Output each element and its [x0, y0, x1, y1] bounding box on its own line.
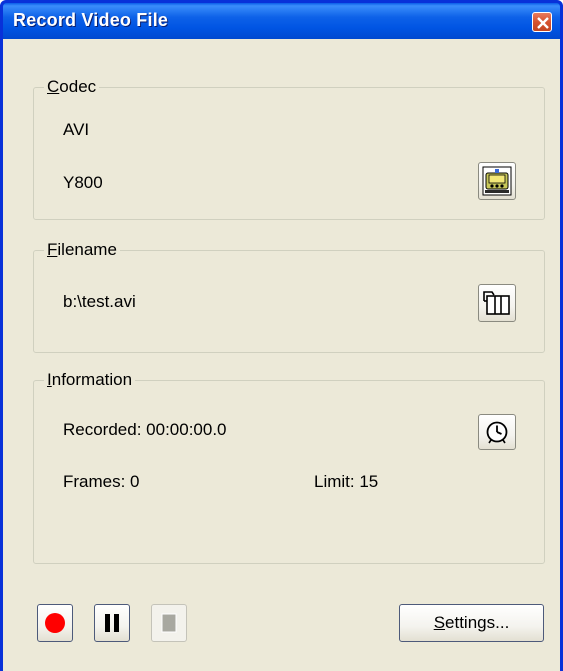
codec-container-label: AVI — [63, 120, 90, 139]
frames-count-label: Frames: 0 — [63, 472, 140, 491]
dialog-client-area: Codec AVI Y800 Filename b:\test.avi Info… — [3, 39, 560, 671]
information-group: Information Recorded: 00:00:00.0 Frames:… — [33, 370, 545, 564]
browse-file-button[interactable] — [478, 284, 516, 322]
clock-icon — [486, 421, 508, 444]
stop-button[interactable] — [151, 604, 187, 642]
stop-icon — [161, 613, 177, 633]
record-button[interactable] — [37, 604, 73, 642]
time-limit-button[interactable] — [478, 414, 516, 450]
close-button[interactable] — [532, 12, 552, 32]
filename-group-title: Filename — [44, 240, 120, 260]
pause-button[interactable] — [94, 604, 130, 642]
codec-group-title: Codec — [44, 77, 100, 97]
codec-properties-button[interactable] — [478, 162, 516, 200]
limit-label: Limit: 15 — [314, 472, 379, 491]
codec-format-label: Y800 — [63, 173, 103, 192]
codec-group: Codec AVI Y800 — [33, 77, 545, 220]
information-group-title: Information — [44, 370, 136, 390]
window-title: Record Video File — [13, 10, 169, 30]
recorded-time-label: Recorded: 00:00:00.0 — [63, 420, 227, 439]
record-icon — [45, 613, 65, 633]
record-video-file-window: Record Video File Codec AVI Y800 Filenam… — [0, 0, 563, 671]
film-folder-icon — [483, 291, 510, 315]
title-bar[interactable]: Record Video File — [3, 3, 560, 39]
pause-icon — [105, 614, 119, 632]
filename-group: Filename b:\test.avi — [33, 240, 545, 353]
filename-value: b:\test.avi — [63, 292, 136, 311]
codec-properties-icon — [482, 166, 512, 196]
settings-button[interactable]: Settings... — [399, 604, 544, 642]
close-x-icon — [537, 17, 549, 29]
